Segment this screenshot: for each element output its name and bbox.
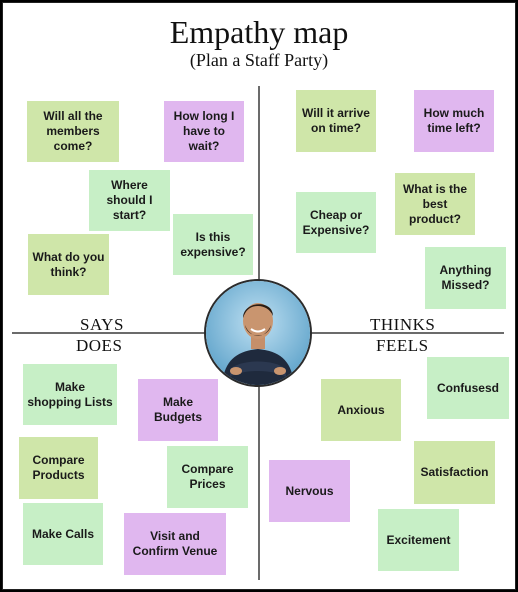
- sticky-note-does: Make Calls: [23, 503, 103, 565]
- quadrant-label-feels: FEELS: [376, 336, 429, 355]
- sticky-note-thinks: How much time left?: [414, 90, 494, 152]
- sticky-note-says: Is this expensive?: [173, 214, 253, 275]
- page-subtitle: (Plan a Staff Party): [189, 50, 329, 70]
- sticky-note-feels: Confusesd: [427, 357, 509, 419]
- sticky-note-feels: Anxious: [321, 379, 401, 441]
- sticky-note-does: Visit and Confirm Venue: [124, 513, 226, 575]
- sticky-note-feels: Satisfaction: [414, 441, 495, 504]
- sticky-note-feels: Nervous: [269, 460, 350, 522]
- sticky-note-does: Make Budgets: [138, 379, 218, 441]
- sticky-note-does: Compare Prices: [167, 446, 248, 508]
- sticky-note-says: Where should I start?: [89, 170, 170, 231]
- sticky-note-says: Will all the members come?: [27, 101, 119, 162]
- person-avatar-icon: [204, 279, 312, 387]
- sticky-note-thinks: Will it arrive on time?: [296, 90, 376, 152]
- quadrant-label-says: SAYS: [80, 315, 124, 334]
- sticky-note-feels: Excitement: [378, 509, 459, 571]
- sticky-note-does: Make shopping Lists: [23, 364, 117, 425]
- page-title: Empathy map: [169, 14, 349, 50]
- sticky-note-thinks: What is the best product?: [395, 173, 475, 235]
- sticky-note-says: How long I have to wait?: [164, 101, 244, 162]
- sticky-note-thinks: Cheap or Expensive?: [296, 192, 376, 253]
- sticky-note-does: Compare Products: [19, 437, 98, 499]
- quadrant-label-does: DOES: [76, 336, 123, 355]
- quadrant-label-thinks: THINKS: [370, 315, 436, 334]
- sticky-note-thinks: Anything Missed?: [425, 247, 506, 309]
- sticky-note-says: What do you think?: [28, 234, 109, 295]
